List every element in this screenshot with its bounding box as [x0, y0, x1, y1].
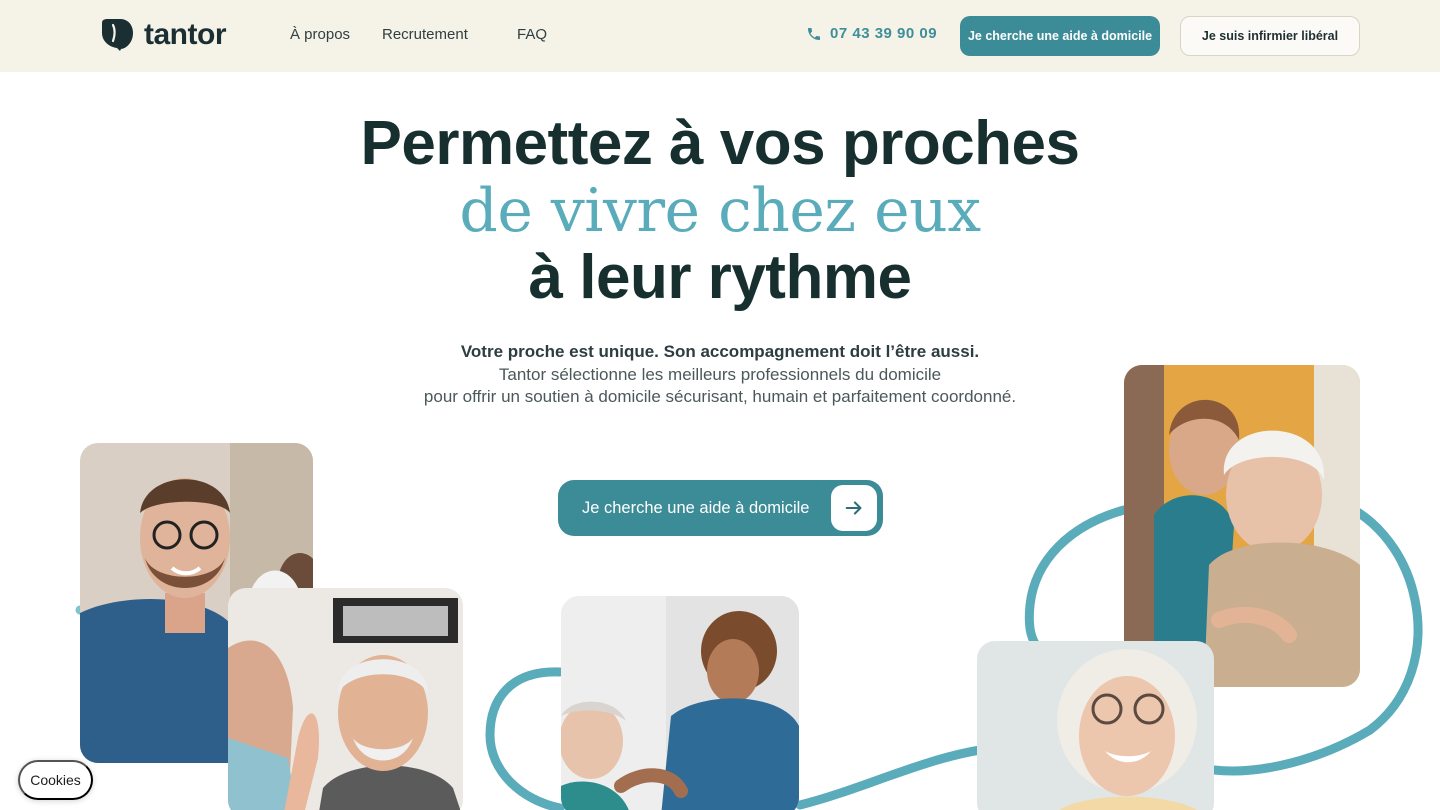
nav-faq[interactable]: FAQ: [517, 26, 547, 43]
hero-title-line-2: de vivre chez eux: [459, 176, 981, 246]
phone-number: 07 43 39 90 09: [830, 25, 938, 42]
phone-link[interactable]: 07 43 39 90 09: [806, 25, 937, 42]
tantor-logo-icon: [102, 19, 133, 51]
header: tantor À propos Recrutement FAQ 07 43 39…: [0, 0, 1440, 72]
nav-recrutement[interactable]: Recrutement: [382, 26, 468, 43]
photo-caregiver-hugging-senior: [1124, 365, 1360, 687]
nurse-button[interactable]: Je suis infirmier libéral: [1180, 16, 1360, 56]
hero-subtitle-bold: Votre proche est unique. Son accompagnem…: [460, 342, 980, 361]
logo-link[interactable]: tantor: [100, 18, 227, 52]
photo-smiling-senior-woman: [977, 641, 1214, 810]
brand-name: tantor: [144, 18, 227, 51]
hero-cta-label: Je cherche une aide à domicile: [582, 498, 810, 517]
hero-title-line-1: Permettez à vos proches: [360, 109, 1080, 178]
photo-elderly-man: [228, 588, 463, 810]
cookies-button[interactable]: Cookies: [18, 760, 93, 800]
photo-caregiver-with-senior: [561, 596, 799, 810]
hero-title-line-3: à leur rythme: [528, 243, 912, 312]
phone-icon: [808, 27, 820, 40]
find-home-help-button[interactable]: Je cherche une aide à domicile: [960, 16, 1160, 56]
nav-a-propos[interactable]: À propos: [290, 26, 350, 43]
hero-cta-button[interactable]: Je cherche une aide à domicile: [558, 480, 883, 536]
arrow-right-icon: [831, 485, 877, 531]
